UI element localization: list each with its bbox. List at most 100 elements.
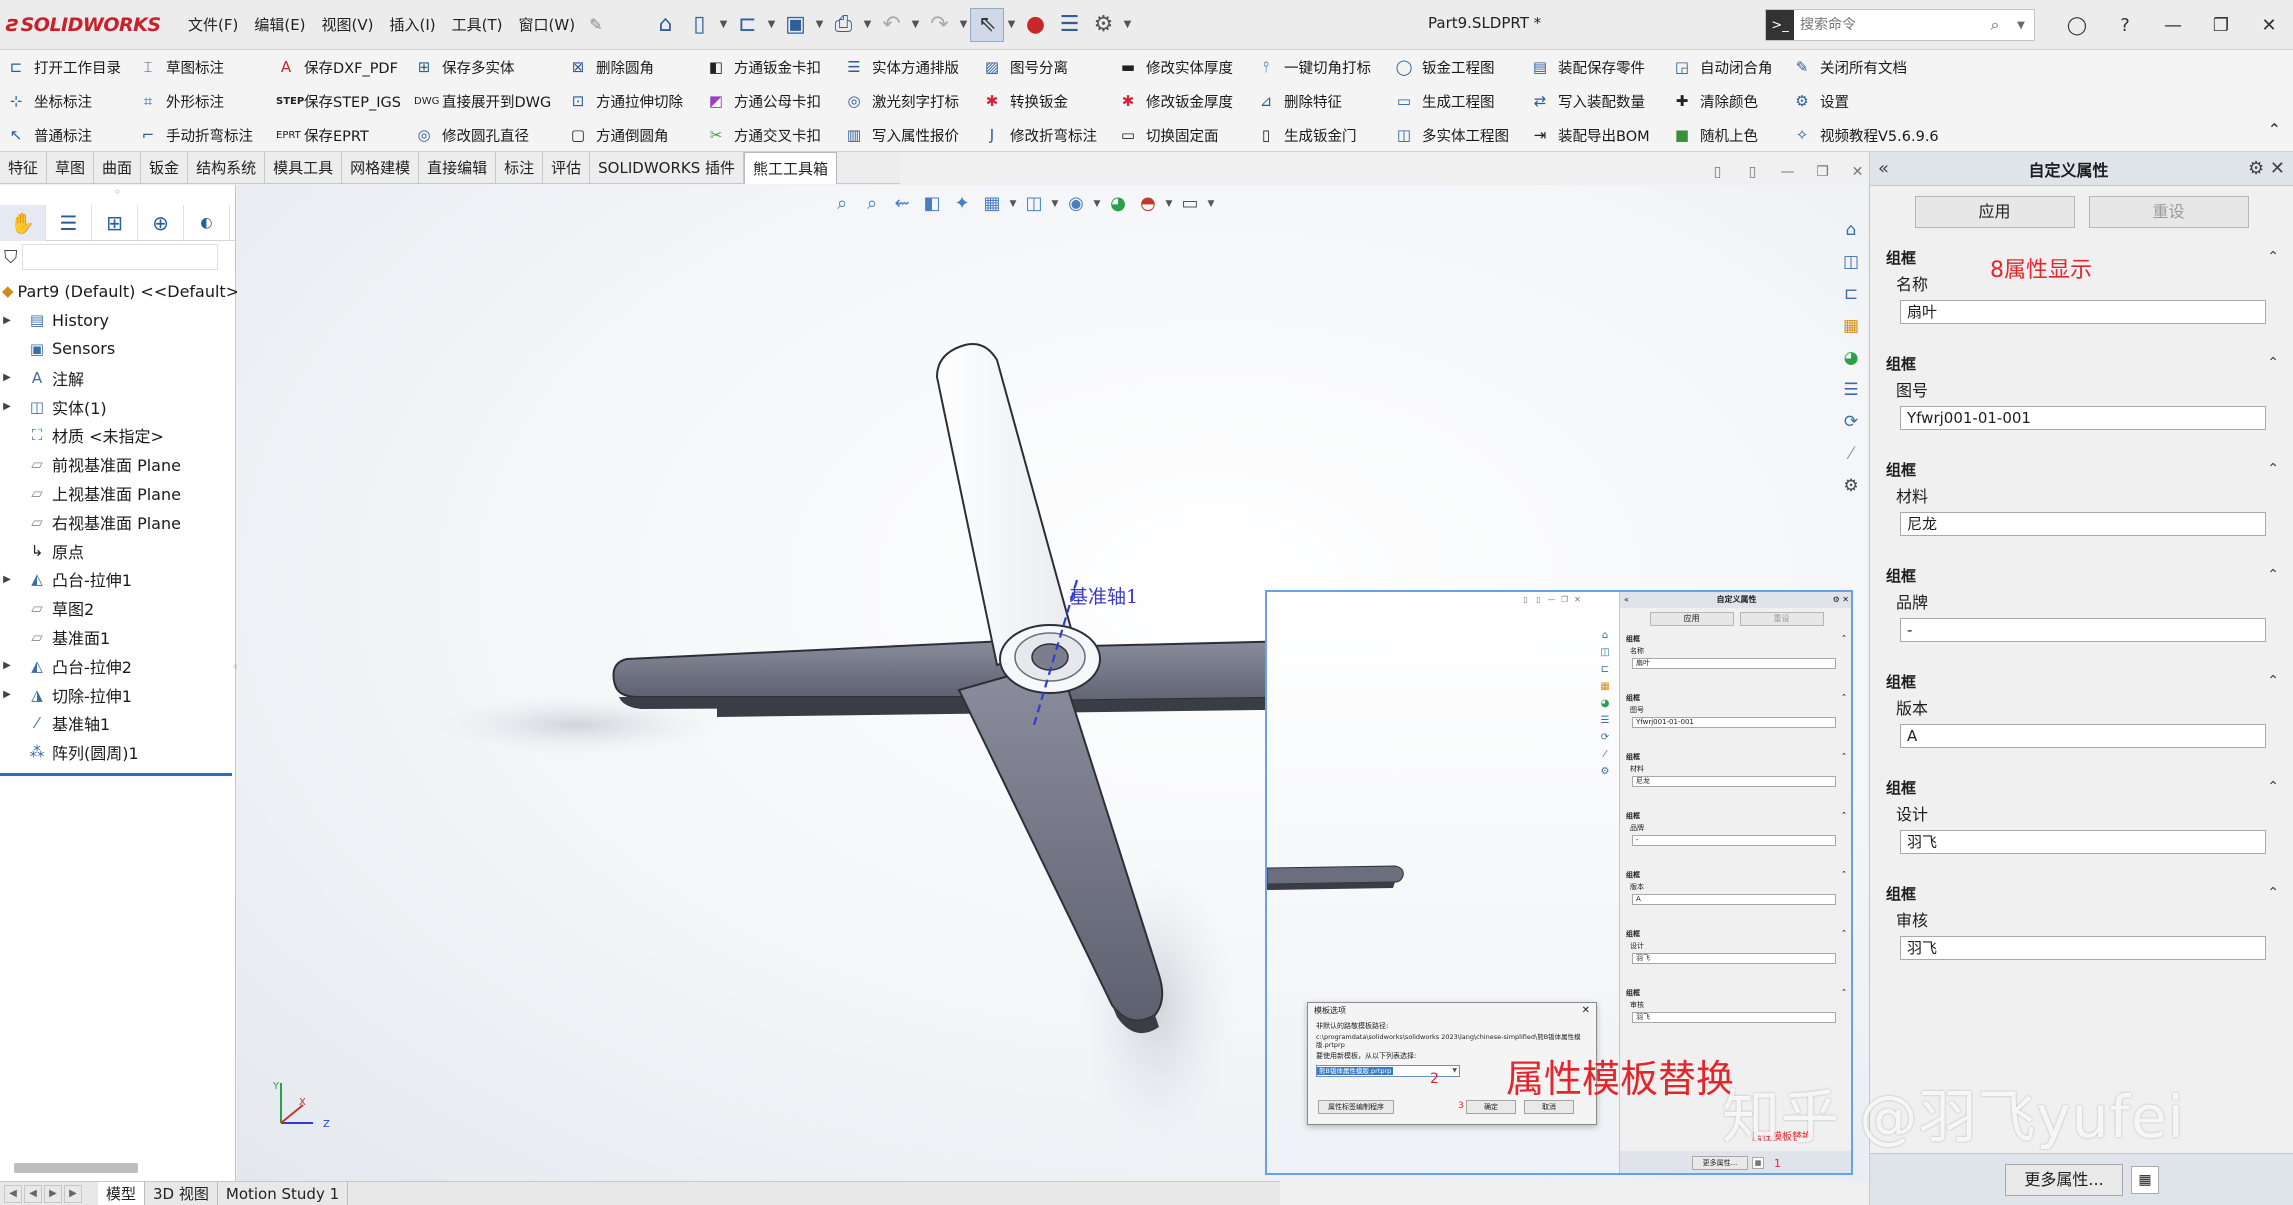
addin-gear-icon[interactable]: ⚙ — [1835, 476, 1867, 508]
minimize-icon[interactable]: — — [2149, 15, 2197, 36]
tab-mold-tools[interactable]: 模具工具 — [265, 152, 343, 184]
rb-tube-male-female[interactable]: ◩ 方通公母卡扣 — [706, 84, 821, 118]
collapse-caret-icon[interactable]: ⌃ — [2267, 567, 2279, 583]
collapse-caret-icon[interactable]: ⌃ — [2267, 779, 2279, 795]
display-manager-tab-icon[interactable]: ◐ — [184, 205, 230, 241]
search-commands[interactable]: >_ ⌕ ▼ — [1765, 9, 2035, 41]
tree-item-sketch2[interactable]: ▱ 草图2 — [0, 594, 235, 623]
tab-direct-editing[interactable]: 直接编辑 — [419, 152, 497, 184]
rb-auto-close-corner[interactable]: ◲ 自动闭合角 — [1672, 50, 1773, 84]
tree-item-origin[interactable]: ↳ 原点 — [0, 536, 235, 565]
more-properties-button[interactable]: 更多属性... — [2005, 1163, 2123, 1196]
rb-tube-cut[interactable]: ⊡ 方通拉伸切除 — [568, 84, 683, 118]
material-field[interactable]: 尼龙 — [1900, 512, 2266, 536]
rb-sheetmetal-drawing[interactable]: ◯ 钣金工程图 — [1394, 50, 1495, 84]
file-explorer-icon[interactable]: ⊏ — [1835, 284, 1867, 316]
select-cursor-icon[interactable]: ⇖ — [970, 7, 1005, 42]
menu-window[interactable]: 窗口(W) — [511, 14, 584, 35]
file-properties-icon[interactable]: ☰ — [1052, 8, 1086, 42]
tree-item-axis1[interactable]: ⁄ 基准轴1 — [0, 709, 235, 738]
rb-tube-fillet[interactable]: ▢ 方通倒圆角 — [568, 118, 669, 152]
tab-model[interactable]: 模型 — [98, 1181, 146, 1205]
tree-item-annotations[interactable]: ▶ A 注解 — [0, 363, 235, 392]
help-icon[interactable]: ? — [2101, 15, 2149, 36]
inset-tile-icon[interactable]: ▯ — [1519, 595, 1532, 604]
expand-icon[interactable]: ▶ — [0, 401, 14, 412]
tree-filter[interactable]: ⛉ — [0, 241, 235, 273]
tree-item-boss-extrude1[interactable]: ▶ ◭ 凸台-拉伸1 — [0, 565, 235, 594]
last-tab-icon[interactable]: ▶ — [64, 1184, 82, 1203]
ribbon-collapse-icon[interactable]: ⌃ — [2268, 120, 2281, 139]
panel-grip-icon[interactable]: ◦ — [0, 185, 235, 205]
tree-item-circular-pattern1[interactable]: ⁂ 阵列(圆周)1 — [0, 738, 235, 767]
rb-modify-sm-thickness[interactable]: ✱ 修改钣金厚度 — [1118, 84, 1233, 118]
undo-icon[interactable]: ↶ — [874, 8, 908, 42]
tree-item-sensors[interactable]: ▣ Sensors — [0, 335, 235, 364]
rb-switch-fixed-face[interactable]: ▭ 切换固定面 — [1118, 118, 1219, 152]
feature-manager-tab-icon[interactable]: ✋ — [0, 205, 46, 241]
rollback-bar[interactable] — [0, 772, 232, 776]
tab-surfaces[interactable]: 曲面 — [94, 152, 142, 184]
drawing-number-field[interactable]: Yfwrj001-01-001 — [1900, 406, 2266, 430]
rb-normal-dim[interactable]: ↖ 普通标注 — [6, 118, 92, 152]
rb-manual-bend-dim[interactable]: ⌐ 手动折弯标注 — [138, 118, 253, 152]
select-dropdown-icon[interactable]: ▼ — [1452, 1066, 1457, 1076]
rb-video-tutorial[interactable]: ✧ 视频教程V5.6.9.6 — [1792, 118, 1939, 152]
redo-icon[interactable]: ↷ — [922, 8, 956, 42]
close-icon[interactable]: ✕ — [2245, 15, 2293, 36]
rb-settings[interactable]: ⚙ 设置 — [1792, 84, 1849, 118]
filter-icon[interactable]: ⛉ — [4, 247, 18, 268]
rb-clear-color[interactable]: ✚ 清除颜色 — [1672, 84, 1758, 118]
inset-tile-icon[interactable]: ▯ — [1532, 595, 1545, 604]
property-tab-builder-button[interactable]: 属性标签编制程序 — [1318, 1100, 1394, 1114]
view-palette-icon[interactable]: ▦ — [1835, 316, 1867, 348]
rb-unfold-dwg[interactable]: DWG 直接展开到DWG — [414, 84, 551, 118]
property-manager-tab-icon[interactable]: ☰ — [46, 205, 92, 241]
reviewer-field[interactable]: 羽飞 — [1900, 936, 2266, 960]
tree-item-right-plane[interactable]: ▱ 右视基准面 Plane — [0, 507, 235, 536]
first-tab-icon[interactable]: ◀ — [4, 1184, 22, 1203]
rb-tube-nesting[interactable]: ☰ 实体方通排版 — [844, 50, 959, 84]
inset-minimize-icon[interactable]: — — [1545, 595, 1558, 604]
print-icon[interactable]: ⎙ — [826, 8, 860, 42]
print-dropdown-icon[interactable]: ▼ — [860, 8, 874, 42]
rb-random-color[interactable]: ■ 随机上色 — [1672, 118, 1758, 152]
custom-properties-icon[interactable]: ☰ — [1835, 380, 1867, 412]
solidworks-logo[interactable]: ƨ SOLIDWORKS — [0, 12, 180, 37]
tab-sheetmetal[interactable]: 钣金 — [141, 152, 189, 184]
search-input[interactable] — [1794, 17, 1982, 33]
open-dropdown-icon[interactable]: ▼ — [764, 8, 778, 42]
tree-item-boss-extrude2[interactable]: ▶ ◭ 凸台-拉伸2 — [0, 651, 235, 680]
rb-delete-fillet[interactable]: ⊠ 删除圆角 — [568, 50, 654, 84]
tree-item-cut-extrude1[interactable]: ▶ ◮ 切除-拉伸1 — [0, 680, 235, 709]
tree-item-plane1[interactable]: ▱ 基准面1 — [0, 623, 235, 652]
inset-restore-icon[interactable]: ❐ — [1558, 595, 1571, 604]
tree-item-top-plane[interactable]: ▱ 上视基准面 Plane — [0, 479, 235, 508]
tab-xiong-toolbox[interactable]: 熊工工具箱 — [744, 152, 838, 184]
brand-field[interactable]: - — [1900, 618, 2266, 642]
search-dropdown-icon[interactable]: ▼ — [2008, 20, 2034, 31]
expand-icon[interactable]: ▶ — [0, 689, 14, 700]
viewport-restore-icon[interactable]: ❐ — [1805, 164, 1840, 180]
filter-field[interactable] — [21, 244, 218, 270]
viewport-minimize-icon[interactable]: — — [1770, 164, 1805, 180]
solidworks-resources-icon[interactable]: ⌂ — [1835, 220, 1867, 252]
rb-tube-cross-clip[interactable]: ✂ 方通交叉卡扣 — [706, 118, 821, 152]
rb-delete-feature[interactable]: ⊿ 删除特征 — [1256, 84, 1342, 118]
rb-open-workdir[interactable]: ⊏ 打开工作目录 — [6, 50, 121, 84]
panel-settings-icon[interactable]: ⚙ ✕ — [2248, 158, 2285, 179]
tree-root-part[interactable]: ◆ Part9 (Default) <<Default> — [0, 277, 239, 306]
rb-close-all[interactable]: ✎ 关闭所有文档 — [1792, 50, 1907, 84]
expand-icon[interactable]: ▶ — [0, 660, 14, 671]
solidworks-forum-icon[interactable]: ⁄ — [1835, 444, 1867, 476]
blade-bottom[interactable] — [957, 668, 1164, 1022]
name-field[interactable]: 扇叶 — [1900, 300, 2266, 324]
inset-close-icon[interactable]: ✕ — [1571, 595, 1584, 604]
revision-field[interactable]: A — [1900, 724, 2266, 748]
template-icon[interactable]: ▦ — [2131, 1165, 2159, 1194]
rb-save-multibody[interactable]: ⊞ 保存多实体 — [414, 50, 515, 84]
rb-modify-bend-dim[interactable]: J 修改折弯标注 — [982, 118, 1097, 152]
collapse-caret-icon[interactable]: ⌃ — [2267, 355, 2279, 371]
user-account-icon[interactable]: ◯ — [2053, 15, 2101, 36]
home-icon[interactable]: ⌂ — [648, 8, 682, 42]
